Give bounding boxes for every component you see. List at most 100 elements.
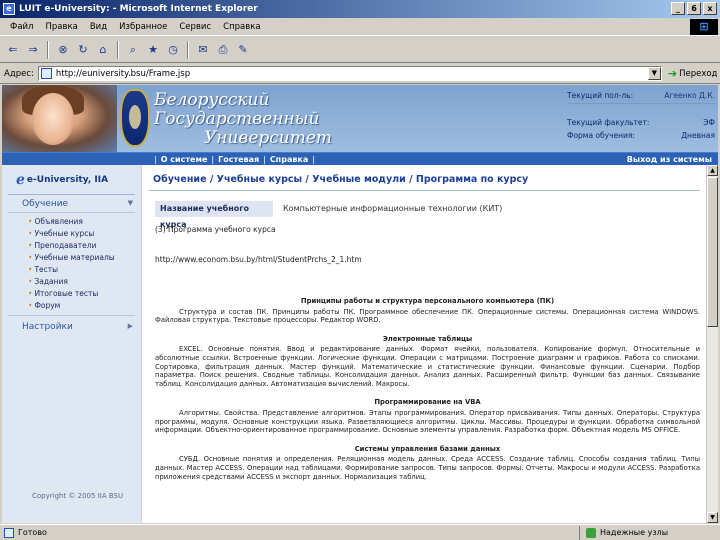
course-name-label: Название учебного курса	[155, 201, 273, 229]
menu-tools[interactable]: Сервис	[173, 22, 217, 32]
program-link[interactable]: http://www.econom.bsu.by/html/StudentPrc…	[155, 255, 362, 264]
section-heading: Электронные таблицы	[382, 334, 473, 343]
edit-icon[interactable]: ✎	[234, 41, 252, 59]
university-line-2: Государственный	[154, 109, 320, 129]
program-label: (3) Программа учебного курса	[155, 225, 276, 234]
sidebar-item-materials[interactable]: • Учебные материалы	[2, 252, 141, 264]
scroll-up-icon[interactable]: ▲	[707, 165, 718, 176]
home-icon[interactable]: ⌂	[94, 41, 112, 59]
windows-logo-icon: ⊞	[690, 19, 718, 35]
page-viewport: Белорусский Государственный Университет …	[2, 85, 718, 523]
address-url[interactable]: http://euniversity.bsu/Frame.jsp	[56, 69, 648, 79]
sidebar-item-label: Форум	[34, 301, 61, 310]
ie-window-icon: e	[3, 3, 15, 15]
back-icon[interactable]: ⇐	[4, 41, 22, 59]
history-icon[interactable]: ◷	[164, 41, 182, 59]
search-icon[interactable]: ⌕	[124, 41, 142, 59]
university-emblem-icon	[120, 89, 150, 147]
divider	[8, 212, 135, 213]
faculty-row: Текущий факультет: ЭФ	[567, 118, 715, 131]
bullet-icon: •	[28, 253, 33, 262]
window-titlebar: e LUIT e-University: - Microsoft Interne…	[0, 0, 720, 18]
go-button[interactable]: ➔ Переход	[668, 67, 718, 80]
sidebar-item-label: Учебные курсы	[34, 229, 95, 238]
sidebar-item-label: Учебные материалы	[34, 253, 115, 262]
header-photo	[2, 85, 117, 152]
form-label: Форма обучения:	[567, 131, 635, 140]
sidebar-item-teachers[interactable]: • Преподаватели	[2, 240, 141, 252]
top-nav: | О системе | Гостевая | Справка | Выход…	[2, 152, 718, 165]
emblem-inner	[129, 105, 141, 129]
chevron-down-icon[interactable]: ▼	[128, 199, 133, 209]
university-name: Белорусский Государственный Университет	[154, 91, 332, 148]
menu-bar: Файл Правка Вид Избранное Сервис Справка…	[0, 18, 720, 36]
menu-file[interactable]: Файл	[4, 22, 39, 32]
chevron-right-icon[interactable]: ▶	[128, 322, 133, 332]
favorites-icon[interactable]: ★	[144, 41, 162, 59]
user-label: Текущий пол-ль:	[567, 91, 634, 100]
main-content: Обучение / Учебные курсы / Учебные модул…	[143, 165, 706, 523]
section-text: Структура и состав ПК. Принципы работы П…	[155, 307, 700, 325]
section-heading: Системы управления базами данных	[354, 444, 501, 453]
sidebar-item-tests[interactable]: • Тесты	[2, 264, 141, 276]
stop-icon[interactable]: ⊗	[54, 41, 72, 59]
address-bar: Адрес: http://euniversity.bsu/Frame.jsp …	[0, 64, 720, 84]
faculty-value: ЭФ	[703, 118, 715, 127]
menu-favorites[interactable]: Избранное	[113, 22, 173, 32]
print-icon[interactable]: ⎙	[214, 41, 232, 59]
status-text: Готово	[18, 528, 47, 537]
address-input[interactable]: http://euniversity.bsu/Frame.jsp ▼	[37, 66, 662, 81]
nav-guestbook[interactable]: Гостевая	[218, 155, 259, 164]
course-name-row: Название учебного курса Компьютерные инф…	[155, 201, 700, 229]
mail-icon[interactable]: ✉	[194, 41, 212, 59]
trusted-zone-icon	[586, 527, 596, 538]
bullet-icon: •	[28, 289, 33, 298]
sidebar-section-training[interactable]: Обучение ▼	[2, 197, 141, 209]
nav-help[interactable]: Справка	[270, 155, 308, 164]
menu-edit[interactable]: Правка	[39, 22, 83, 32]
scroll-thumb[interactable]	[707, 177, 718, 327]
nav-separator: |	[312, 155, 315, 164]
section-label: Настройки	[22, 322, 73, 332]
nav-about[interactable]: О системе	[161, 155, 208, 164]
user-name: Агеенко Д.К.	[664, 91, 715, 100]
close-button[interactable]: x	[703, 2, 717, 15]
vertical-scrollbar[interactable]: ▲ ▼	[706, 165, 718, 523]
sidebar-item-assignments[interactable]: • Задания	[2, 276, 141, 288]
faculty-label: Текущий факультет:	[567, 118, 650, 127]
sidebar-section-settings[interactable]: Настройки ▶	[2, 320, 141, 332]
sidebar-item-final-tests[interactable]: • Итоговые тесты	[2, 288, 141, 300]
forward-icon[interactable]: ⇒	[24, 41, 42, 59]
bullet-icon: •	[28, 301, 33, 310]
toolbar-separator	[47, 40, 49, 59]
breadcrumb[interactable]: Обучение / Учебные курсы / Учебные модул…	[153, 174, 528, 185]
program-document: Принципы работы и структура персональног…	[155, 297, 700, 491]
go-arrow-icon: ➔	[667, 67, 678, 80]
address-label: Адрес:	[4, 68, 34, 79]
scroll-down-icon[interactable]: ▼	[707, 512, 718, 523]
sidebar-item-label: Объявления	[34, 217, 83, 226]
brand-text: e-University, IIA	[26, 175, 109, 185]
sidebar-item-announcements[interactable]: • Объявления	[2, 216, 141, 228]
divider	[149, 190, 700, 191]
section-text: Алгоритмы. Свойства. Представление алгор…	[155, 408, 700, 435]
menu-view[interactable]: Вид	[84, 22, 113, 32]
refresh-icon[interactable]: ↻	[74, 41, 92, 59]
chevron-down-icon[interactable]: ▼	[647, 67, 661, 80]
copyright: Copyright © 2005 IIA BSU	[32, 492, 124, 500]
form-value: Дневная	[681, 131, 715, 140]
nav-separator: |	[263, 155, 266, 164]
minimize-button[interactable]: _	[671, 2, 685, 15]
sidebar-item-label: Итоговые тесты	[34, 289, 99, 298]
sidebar-item-forum[interactable]: • Форум	[2, 300, 141, 312]
maximize-button[interactable]: 6	[687, 2, 701, 15]
page-icon	[40, 68, 52, 79]
section-label: Обучение	[22, 199, 69, 209]
user-info: Текущий пол-ль: Агеенко Д.К. Текущий фак…	[567, 91, 715, 144]
menu-help[interactable]: Справка	[217, 22, 266, 32]
sidebar-item-courses[interactable]: • Учебные курсы	[2, 228, 141, 240]
photo-face	[32, 93, 74, 145]
window-title: LUIT e-University: - Microsoft Internet …	[19, 4, 258, 14]
section-heading: Программирование на VBA	[374, 398, 481, 407]
nav-separator: |	[154, 155, 157, 164]
